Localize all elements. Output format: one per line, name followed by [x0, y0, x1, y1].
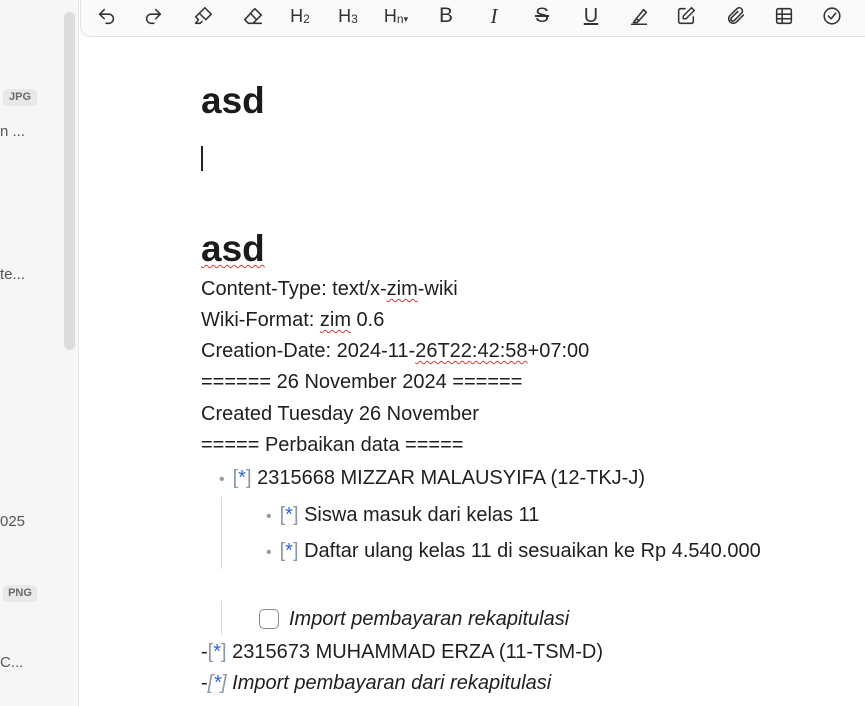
- h3-icon[interactable]: H3: [333, 2, 363, 30]
- created-line[interactable]: Created Tuesday 26 November: [201, 403, 479, 426]
- heading-2[interactable]: asd: [201, 228, 265, 270]
- highlighter-icon[interactable]: [624, 2, 654, 30]
- perbaikan-line[interactable]: ===== Perbaikan data =====: [201, 434, 463, 457]
- eraser-icon[interactable]: [238, 2, 268, 30]
- todo-checkbox[interactable]: [259, 609, 279, 629]
- bullet-icon: •: [266, 544, 272, 561]
- format-brush-icon[interactable]: [188, 2, 218, 30]
- italic-icon[interactable]: I: [479, 2, 509, 30]
- png-badge: PNG: [3, 585, 37, 602]
- redo-icon[interactable]: [138, 2, 168, 30]
- attachment-icon[interactable]: [721, 2, 751, 30]
- date-heading-line[interactable]: ====== 26 November 2024 ======: [201, 371, 522, 394]
- text-cursor: [201, 146, 203, 171]
- bold-icon[interactable]: B: [431, 2, 461, 30]
- indent-guide: [221, 601, 222, 635]
- underline-icon[interactable]: U: [576, 2, 606, 30]
- list-item[interactable]: • [*] 2315668 MIZZAR MALAUSYIFA (12-TKJ-J…: [219, 467, 645, 490]
- creation-date-line[interactable]: Creation-Date: 2024-11-26T22:42:58+07:00: [201, 340, 589, 363]
- bullet-icon: •: [219, 471, 225, 488]
- todo-item[interactable]: Import pembayaran rekapitulasi: [289, 608, 569, 631]
- check-circle-icon[interactable]: [817, 2, 847, 30]
- edit-icon[interactable]: [671, 2, 701, 30]
- list-item[interactable]: • [*] Siswa masuk dari kelas 11: [266, 504, 539, 527]
- strikethrough-icon[interactable]: S: [527, 2, 557, 30]
- sidebar-item-snippet[interactable]: te...: [0, 266, 25, 283]
- indent-guide: [221, 497, 222, 569]
- page-title[interactable]: asd: [201, 80, 265, 122]
- wiki-format-line[interactable]: Wiki-Format: zim 0.6: [201, 309, 384, 332]
- content-type-line[interactable]: Content-Type: text/x-zim-wiki: [201, 278, 458, 301]
- sidebar-scrollbar[interactable]: [64, 12, 75, 350]
- bullet-icon: •: [266, 508, 272, 525]
- list-item[interactable]: -[*] Import pembayaran dari rekapitulasi: [201, 672, 551, 695]
- list-item[interactable]: • [*] Daftar ulang kelas 11 di sesuaikan …: [266, 540, 761, 563]
- sidebar: JPG n ... te... 025 PNG C...: [0, 0, 79, 706]
- sidebar-item-snippet[interactable]: C...: [0, 654, 23, 671]
- editor-toolbar: H2 H3 Hn▾ B I S U: [80, 0, 865, 37]
- list-item[interactable]: -[*] 2315673 MUHAMMAD ERZA (11-TSM-D): [201, 641, 603, 664]
- jpg-badge: JPG: [3, 89, 37, 106]
- hn-icon[interactable]: Hn▾: [381, 2, 411, 30]
- h2-icon[interactable]: H2: [285, 2, 315, 30]
- table-icon[interactable]: [769, 2, 799, 30]
- sidebar-item-snippet[interactable]: n ...: [0, 123, 25, 140]
- sidebar-item-snippet[interactable]: 025: [0, 513, 25, 530]
- undo-icon[interactable]: [92, 2, 122, 30]
